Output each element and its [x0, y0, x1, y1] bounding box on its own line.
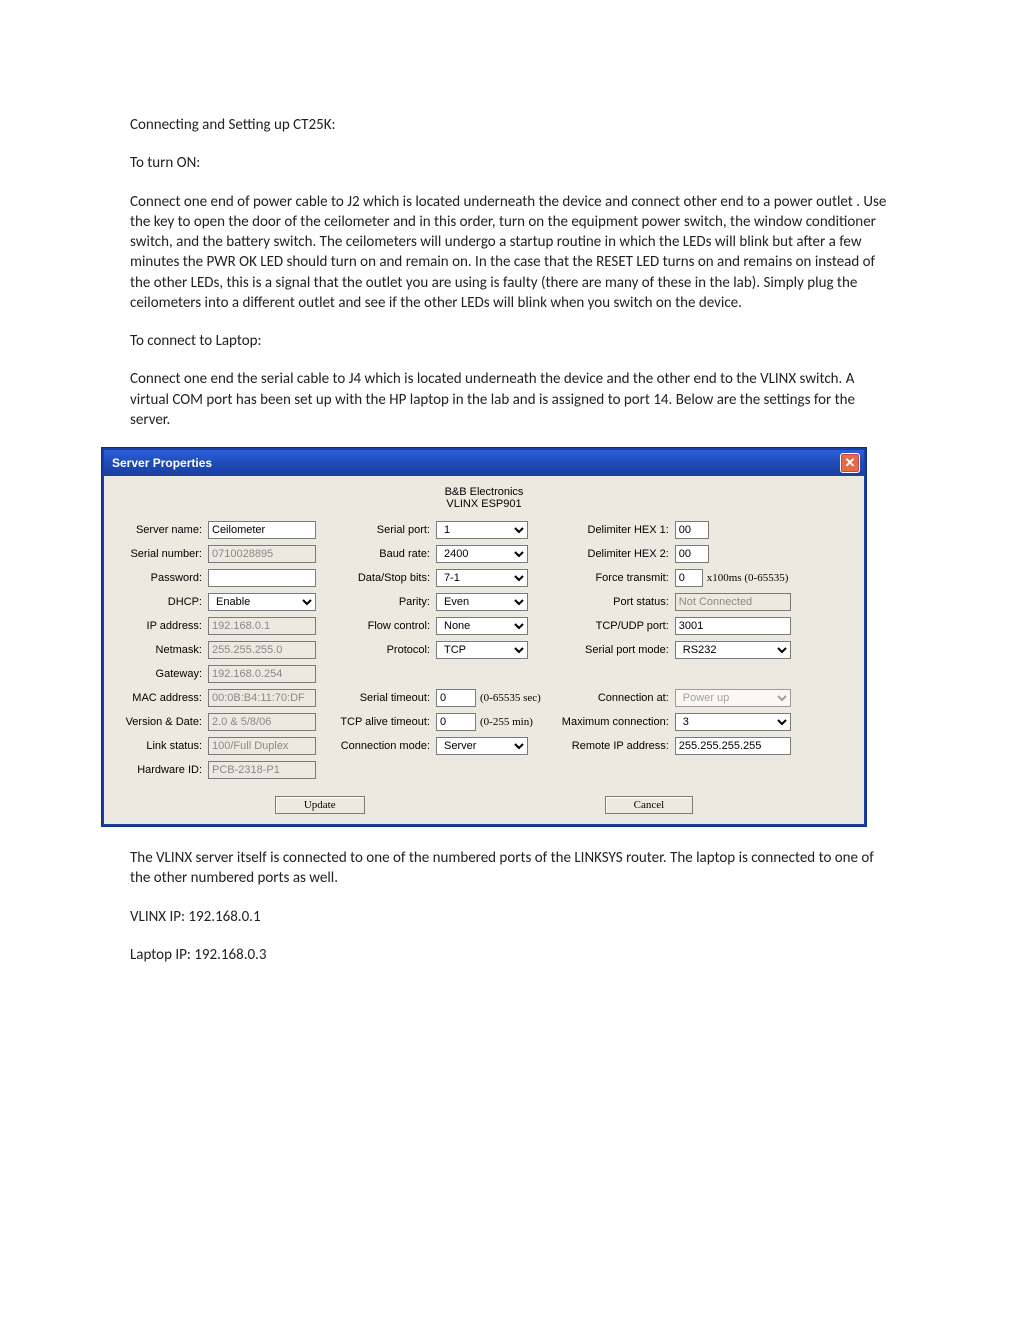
- label-hwid: Hardware ID:: [112, 764, 208, 776]
- link-input: [208, 737, 316, 755]
- version-input: [208, 713, 316, 731]
- update-button[interactable]: Update: [275, 796, 365, 814]
- baud-select[interactable]: 2400: [436, 545, 528, 563]
- column-left: Server name: Serial number: Password: DH…: [112, 518, 316, 782]
- close-icon: ✕: [845, 455, 856, 471]
- ip-input: [208, 617, 316, 635]
- dialog-banner: B&B Electronics VLINX ESP901: [112, 482, 856, 518]
- banner-line2: VLINX ESP901: [446, 498, 521, 510]
- data-stop-select[interactable]: 7-1: [436, 569, 528, 587]
- document-page: Connecting and Setting up CT25K: To turn…: [0, 0, 1020, 1320]
- label-parity: Parity:: [324, 596, 436, 608]
- conn-mode-select[interactable]: Server: [436, 737, 528, 755]
- remote-ip-input[interactable]: [675, 737, 791, 755]
- heading-title: Connecting and Setting up CT25K:: [130, 115, 890, 135]
- label-conn-mode: Connection mode:: [324, 740, 436, 752]
- label-ip: IP address:: [112, 620, 208, 632]
- delim2-input[interactable]: [675, 545, 709, 563]
- paragraph-connect: Connect one end the serial cable to J4 w…: [130, 369, 890, 430]
- dhcp-select[interactable]: Enable: [208, 593, 316, 611]
- label-serial-port: Serial port:: [324, 524, 436, 536]
- hint-force-tx: x100ms (0-65535): [703, 572, 789, 584]
- label-port-status: Port status:: [549, 596, 675, 608]
- label-delim1: Delimiter HEX 1:: [549, 524, 675, 536]
- label-protocol: Protocol:: [324, 644, 436, 656]
- tcp-alive-input[interactable]: [436, 713, 476, 731]
- hint-tcp-alive: (0-255 min): [476, 716, 533, 728]
- serial-timeout-input[interactable]: [436, 689, 476, 707]
- mac-input: [208, 689, 316, 707]
- force-tx-input[interactable]: [675, 569, 703, 587]
- hint-serial-timeout: (0-65535 sec): [476, 692, 541, 704]
- column-right: Delimiter HEX 1: Delimiter HEX 2: Force …: [549, 518, 791, 782]
- paragraph-after-1: The VLINX server itself is connected to …: [130, 848, 890, 889]
- label-netmask: Netmask:: [112, 644, 208, 656]
- protocol-select[interactable]: TCP: [436, 641, 528, 659]
- paragraph-laptop-ip: Laptop IP: 192.168.0.3: [130, 945, 890, 965]
- label-dhcp: DHCP:: [112, 596, 208, 608]
- flow-select[interactable]: None: [436, 617, 528, 635]
- conn-at-select: Power up: [675, 689, 791, 707]
- heading-turn-on: To turn ON:: [130, 153, 890, 173]
- label-delim2: Delimiter HEX 2:: [549, 548, 675, 560]
- parity-select[interactable]: Even: [436, 593, 528, 611]
- label-tcp-alive: TCP alive timeout:: [324, 716, 436, 728]
- label-serial-timeout: Serial timeout:: [324, 692, 436, 704]
- delim1-input[interactable]: [675, 521, 709, 539]
- password-input[interactable]: [208, 569, 316, 587]
- hwid-input: [208, 761, 316, 779]
- label-password: Password:: [112, 572, 208, 584]
- label-link: Link status:: [112, 740, 208, 752]
- paragraph-turn-on: Connect one end of power cable to J2 whi…: [130, 192, 890, 314]
- spm-select[interactable]: RS232: [675, 641, 791, 659]
- serial-number-input: [208, 545, 316, 563]
- label-flow: Flow control:: [324, 620, 436, 632]
- heading-connect: To connect to Laptop:: [130, 331, 890, 351]
- label-max-conn: Maximum connection:: [549, 716, 675, 728]
- max-conn-select[interactable]: 3: [675, 713, 791, 731]
- port-status-input: [675, 593, 791, 611]
- serial-port-select[interactable]: 1: [436, 521, 528, 539]
- dialog-titlebar: Server Properties ✕: [104, 450, 864, 476]
- label-gateway: Gateway:: [112, 668, 208, 680]
- tcpudp-port-input[interactable]: [675, 617, 791, 635]
- button-row: Update Cancel: [112, 796, 856, 814]
- label-baud: Baud rate:: [324, 548, 436, 560]
- label-serial-number: Serial number:: [112, 548, 208, 560]
- label-conn-at: Connection at:: [549, 692, 675, 704]
- label-server-name: Server name:: [112, 524, 208, 536]
- label-remote-ip: Remote IP address:: [549, 740, 675, 752]
- server-properties-dialog: Server Properties ✕ B&B Electronics VLIN…: [102, 448, 866, 826]
- label-data-stop: Data/Stop bits:: [324, 572, 436, 584]
- dialog-title: Server Properties: [112, 456, 212, 470]
- gateway-input: [208, 665, 316, 683]
- column-mid: Serial port:1 Baud rate:2400 Data/Stop b…: [324, 518, 541, 782]
- paragraph-vlinx-ip: VLINX IP: 192.168.0.1: [130, 907, 890, 927]
- close-button[interactable]: ✕: [840, 453, 860, 473]
- dialog-body: B&B Electronics VLINX ESP901 Server name…: [104, 476, 864, 824]
- label-tcpudp-port: TCP/UDP port:: [549, 620, 675, 632]
- label-version: Version & Date:: [112, 716, 208, 728]
- cancel-button[interactable]: Cancel: [605, 796, 694, 814]
- label-mac: MAC address:: [112, 692, 208, 704]
- label-force-tx: Force transmit:: [549, 572, 675, 584]
- banner-line1: B&B Electronics: [445, 486, 524, 498]
- server-name-input[interactable]: [208, 521, 316, 539]
- label-spm: Serial port mode:: [549, 644, 675, 656]
- netmask-input: [208, 641, 316, 659]
